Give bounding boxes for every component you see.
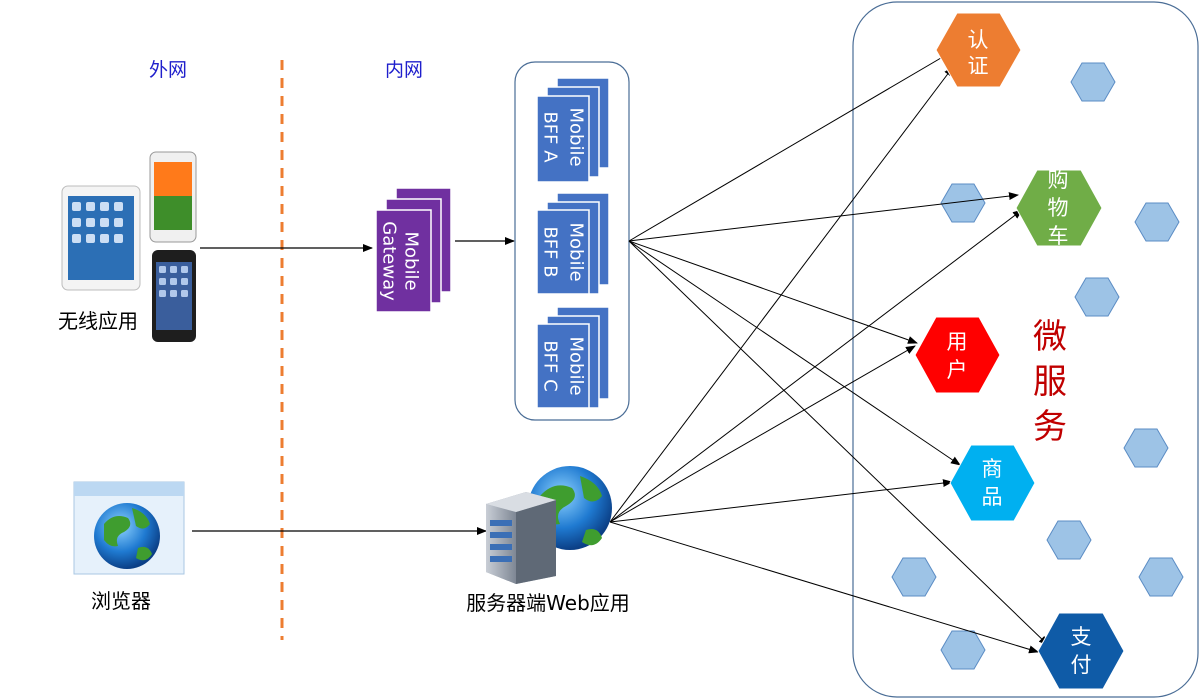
service-auth-char-1: 认 <box>968 28 989 52</box>
service-user-char-1: 用 <box>947 330 968 354</box>
bff-c-line1: Mobile <box>566 336 587 395</box>
small-hexagon <box>1138 557 1184 597</box>
server-globe-icon <box>486 466 612 584</box>
small-hexagon <box>891 557 937 597</box>
zone-label-external: 外网 <box>149 59 187 81</box>
edge-web-to-auth <box>609 66 954 523</box>
browser-client-label: 浏览器 <box>91 589 151 613</box>
bff-a-line1: Mobile <box>566 107 587 166</box>
microservices-title-char-3: 务 <box>1033 407 1067 447</box>
gateway-label-line2: Gateway <box>379 221 400 301</box>
service-product: 商 品 <box>949 444 1036 522</box>
zone-label-internal: 内网 <box>385 59 423 81</box>
service-cart-char-2: 物 <box>1048 196 1069 220</box>
bff-a: Mobile BFF A <box>536 77 610 183</box>
microservices-title-char-1: 微 <box>1033 317 1067 357</box>
small-hexagon <box>940 630 986 670</box>
bff-c: Mobile BFF C <box>536 306 610 409</box>
bff-b-line1: Mobile <box>566 222 587 281</box>
bff-c-line2: BFF C <box>540 340 561 391</box>
small-hexagon <box>1070 62 1116 102</box>
small-hexagon <box>1046 520 1092 560</box>
service-payment: 支 付 <box>1037 612 1125 690</box>
small-hexagon <box>1123 428 1169 468</box>
browser-globe-icon <box>73 481 185 575</box>
service-user-char-2: 户 <box>947 358 968 382</box>
service-cart-char-1: 购 <box>1048 168 1069 192</box>
service-cart-char-3: 车 <box>1048 224 1069 248</box>
web-app-label: 服务器端Web应用 <box>466 591 630 615</box>
bff-a-line2: BFF A <box>540 111 561 163</box>
service-payment-char-2: 付 <box>1071 653 1092 677</box>
gateway-label-line1: Mobile <box>401 231 422 290</box>
edge-web-to-payment <box>609 521 1039 654</box>
wireless-client-label: 无线应用 <box>58 309 138 333</box>
bff-b-line2: BFF B <box>540 226 561 277</box>
edge-bff-to-payment <box>628 240 1049 646</box>
service-auth: 认 证 <box>935 12 1022 88</box>
service-product-char-1: 商 <box>982 457 1003 481</box>
edge-bff-to-user <box>628 240 918 344</box>
small-hexagon <box>1074 277 1120 317</box>
edge-web-to-user <box>609 345 916 523</box>
service-user: 用 户 <box>914 316 1001 394</box>
architecture-diagram: 外网 内网 无线应用 浏览器 Mobile Gateway Mobile BFF… <box>58 1 1199 698</box>
microservices-title-char-2: 服 <box>1033 362 1067 402</box>
small-hexagon <box>1134 202 1180 242</box>
service-payment-char-1: 支 <box>1071 625 1092 649</box>
microservices-title: 微 服 务 <box>1033 317 1067 447</box>
edge-web-to-product <box>609 479 953 523</box>
edge-bff-to-auth <box>628 47 959 242</box>
service-product-char-2: 品 <box>982 485 1003 509</box>
service-cart: 购 物 车 <box>1015 168 1103 248</box>
mobile-gateway: Mobile Gateway <box>375 187 452 313</box>
service-auth-char-2: 证 <box>968 54 989 78</box>
bff-b: Mobile BFF B <box>536 192 610 295</box>
